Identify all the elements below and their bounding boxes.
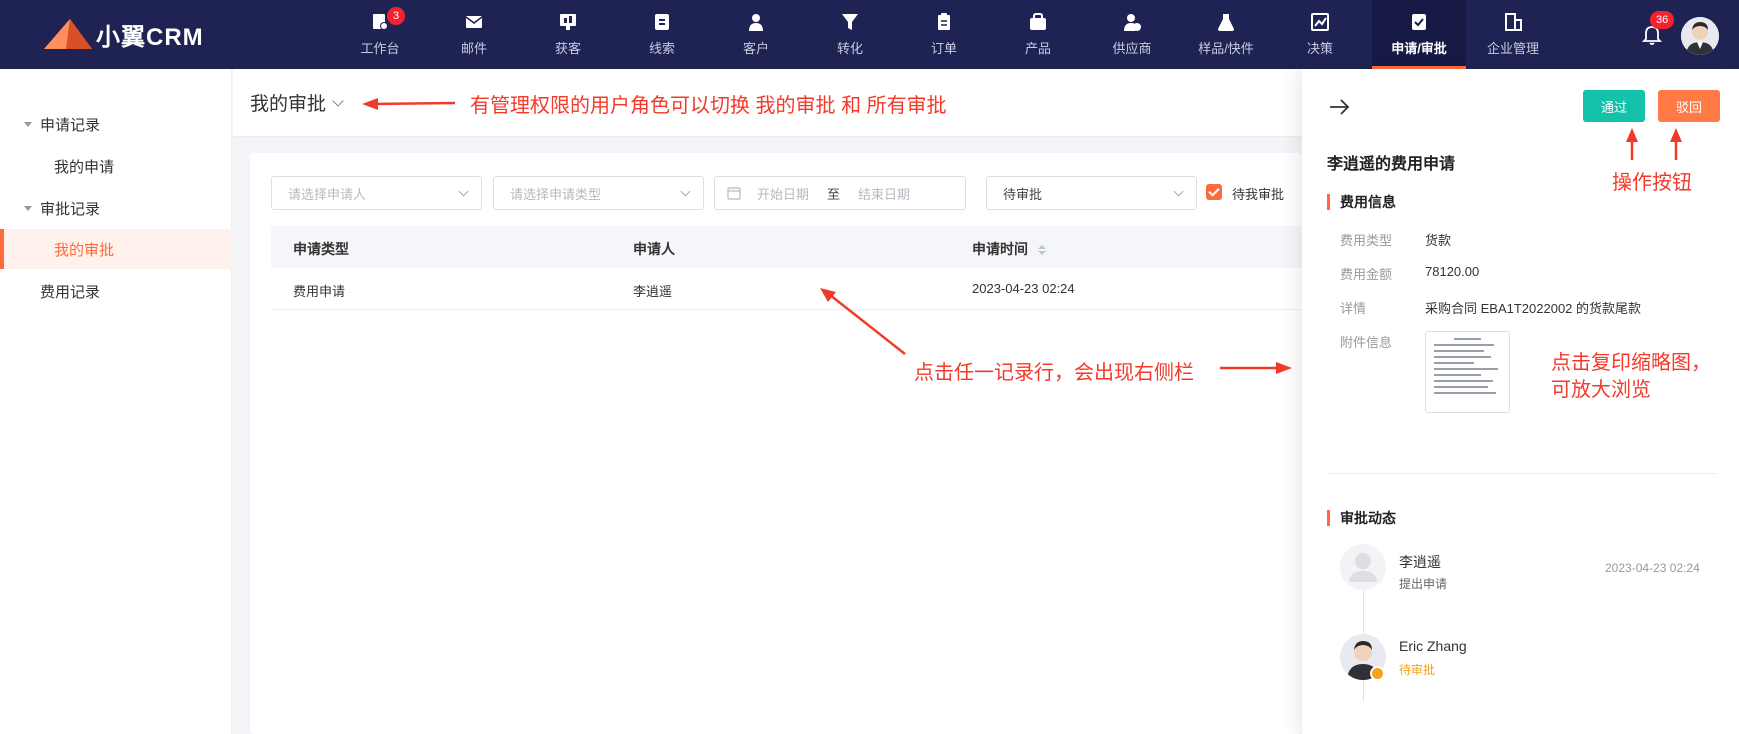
field-label-detail: 详情 [1340,301,1367,316]
sample-icon [1218,14,1234,31]
brand-logo[interactable]: 小翼CRM [42,14,204,54]
chart-icon [1311,13,1329,31]
workbench-badge: 3 [387,7,405,25]
timeline-section-title: 审批动态 [1327,510,1396,526]
row-type: 费用申请 [293,284,346,299]
top-nav: 小翼CRM 工作台 3 邮件 获客 线索 客户 转化 订单 产品 供应商 样品/… [0,0,1739,69]
date-range-picker[interactable]: 开始日期 至 结束日期 [714,176,966,210]
timeline-approver-name: Eric Zhang [1399,638,1467,654]
chevron-down-icon [680,186,691,197]
arrow-right-icon[interactable] [1327,95,1351,119]
supplier-icon [1124,14,1141,31]
mail-icon [465,16,483,28]
notification-badge: 36 [1650,11,1675,29]
approval-list-card: 请选择申请人 请选择申请类型 开始日期 至 结束日期 待审批 待我审批 申请类型… [250,153,1302,734]
calendar-icon [727,187,741,200]
approve-button[interactable]: 通过 [1583,90,1645,122]
field-value-amount: 78120.00 [1425,264,1480,279]
section-divider [1327,473,1717,474]
nav-item-sample[interactable]: 样品/快件 [1179,0,1273,69]
field-value-detail: 采购合同 EBA1T2022002 的货款尾款 [1425,301,1642,316]
table-row[interactable]: 费用申请 李逍遥 2023-04-23 02:24 [271,268,1302,310]
funnel-icon [842,14,858,30]
pending-mine-label: 待我审批 [1232,187,1285,202]
default-avatar-icon [1340,544,1386,590]
row-time: 2023-04-23 02:24 [972,281,1075,296]
order-icon [938,13,950,30]
nav-item-convert[interactable]: 转化 [803,0,897,69]
nav-item-decision[interactable]: 决策 [1273,0,1367,69]
column-header-type: 申请类型 [293,241,349,257]
field-label-attachment: 附件信息 [1340,335,1393,350]
pending-mine-checkbox[interactable] [1206,184,1222,200]
annotation-thumb-note-1: 点击复印缩略图， [1551,352,1711,374]
logo-mark-icon [44,19,92,49]
caret-down-icon [24,206,32,211]
field-label-expense-type: 费用类型 [1340,233,1393,248]
field-label-amount: 费用金额 [1340,267,1393,282]
field-value-expense-type: 货款 [1425,233,1452,248]
timeline-approver-status: 待审批 [1399,663,1436,677]
pending-status-icon [1370,666,1385,681]
start-date-input[interactable]: 开始日期 [757,184,809,203]
nav-item-product[interactable]: 产品 [991,0,1085,69]
application-type-select[interactable]: 请选择申请类型 [493,176,704,210]
annotation-action-note: 操作按钮 [1612,172,1692,194]
page-title: 我的审批 [250,94,327,115]
annotation-thumb-note-2: 可放大浏览 [1551,379,1651,401]
table-header: 申请类型 申请人 申请时间 [271,226,1302,268]
end-date-input[interactable]: 结束日期 [858,184,910,203]
reject-button[interactable]: 驳回 [1658,90,1720,122]
sidebar-group-approvals[interactable]: 审批记录 [24,198,100,219]
chevron-down-icon [1173,186,1184,197]
chevron-down-icon [332,94,344,107]
annotation-row-note: 点击任一记录行，会出现右侧栏 [914,362,1194,384]
customer-icon [749,14,763,31]
user-avatar[interactable] [1681,17,1719,55]
sidebar-item-expense-records[interactable]: 费用记录 [0,271,232,311]
timeline-applicant-name: 李逍遥 [1399,554,1441,570]
date-separator: 至 [827,186,841,202]
timeline-applicant-time: 2023-04-23 02:24 [1605,561,1700,575]
nav-item-leads[interactable]: 线索 [615,0,709,69]
sidebar-group-applications[interactable]: 申请记录 [24,114,100,135]
product-icon [1030,13,1046,30]
nav-item-customer[interactable]: 客户 [709,0,803,69]
row-applicant: 李逍遥 [633,284,673,299]
approval-icon [1412,14,1426,30]
caret-down-icon [24,122,32,127]
timeline-applicant-action: 提出申请 [1399,577,1448,591]
expense-section-title: 费用信息 [1327,194,1396,210]
nav-item-mail[interactable]: 邮件 [427,0,521,69]
applicant-select[interactable]: 请选择申请人 [271,176,482,210]
sort-icon[interactable] [1037,245,1046,256]
column-header-time[interactable]: 申请时间 [972,239,1046,259]
sidebar-item-my-applications[interactable]: 我的申请 [0,146,232,186]
chevron-down-icon [458,186,469,197]
brand-name: 小翼CRM [96,23,204,51]
attachment-thumbnail[interactable] [1425,331,1510,413]
nav-item-enterprise[interactable]: 企业管理 [1466,0,1560,69]
avatar-portrait-icon [1681,17,1719,55]
nav-item-acquire[interactable]: 获客 [521,0,615,69]
nav-item-workbench[interactable]: 工作台 3 [333,0,427,69]
building-icon [1505,13,1522,31]
nav-item-supplier[interactable]: 供应商 [1085,0,1179,69]
leads-icon [655,14,669,30]
annotation-switch-note: 有管理权限的用户角色可以切换 我的审批 和 所有审批 [470,95,947,117]
acquire-icon [560,14,576,30]
status-select[interactable]: 待审批 [986,176,1197,210]
drawer-title: 李逍遥的费用申请 [1327,156,1456,173]
sidebar: 申请记录 我的申请 审批记录 我的审批 费用记录 [0,69,232,734]
nav-item-order[interactable]: 订单 [897,0,991,69]
nav-item-approval[interactable]: 申请/审批 [1372,0,1466,69]
column-header-applicant: 申请人 [633,241,675,257]
approval-scope-switcher[interactable]: 我的审批 [250,89,344,116]
sidebar-item-my-approvals[interactable]: 我的审批 [0,229,232,269]
